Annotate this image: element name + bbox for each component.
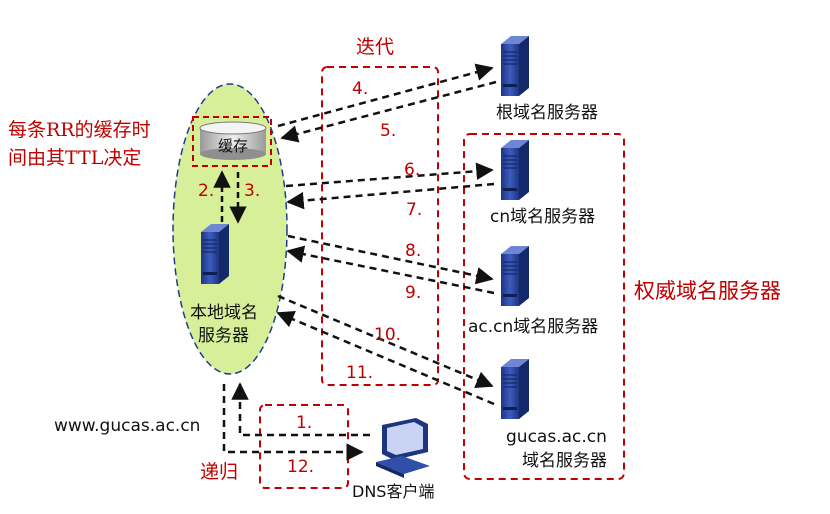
step-10-label: 10. [374,325,401,345]
step-9-label: 9. [405,283,421,303]
step-4-label: 4. [352,79,368,99]
step-12-label: 12. [287,457,314,477]
root-server-label: 根域名服务器 [496,103,598,123]
arrow-step-6 [285,162,494,188]
recursive-label: 递归 [200,461,238,483]
gucas-server-label-line1: gucas.ac.cn [506,427,607,447]
dns-client-label: DNS客户端 [352,482,434,501]
ac-cn-server-label: ac.cn域名服务器 [468,317,598,337]
arrow-step-12 [222,384,364,461]
step-6-label: 6. [404,160,420,180]
arrow-step-8 [287,234,494,285]
authoritative-label: 权威域名服务器 [634,279,781,303]
root-server-icon [500,35,530,97]
step-2-label: 2. [198,181,214,201]
step-11-label: 11. [346,363,373,383]
local-server-icon [200,223,230,285]
dns-resolution-diagram: 缓存 本地域名 服务器 2. 3. 每条RR的缓存时 间由其TTL决定 迭代 权… [0,0,830,514]
arrow-step-4 [277,63,494,128]
step-7-label: 7. [406,200,422,220]
step-5-label: 5. [380,121,396,141]
computer-icon [376,418,430,478]
ttl-note-line2: 间由其TTL决定 [8,147,141,169]
ttl-note-line1: 每条RR的缓存时 [8,119,151,141]
step-8-label: 8. [405,241,421,261]
ac-cn-server-icon [500,245,530,307]
iterative-label: 迭代 [356,36,394,58]
step-3-label: 3. [244,181,260,201]
step-1-label: 1. [296,413,312,433]
cn-server-icon [500,139,530,201]
cn-server-label: cn域名服务器 [490,207,595,227]
local-server-name-line2: 服务器 [198,326,249,346]
query-domain-label: www.gucas.ac.cn [54,416,200,436]
cache-label: 缓存 [218,137,248,155]
gucas-server-label-line2: 域名服务器 [522,451,607,471]
gucas-server-icon [500,358,530,420]
local-server-name-line1: 本地域名 [190,303,258,323]
